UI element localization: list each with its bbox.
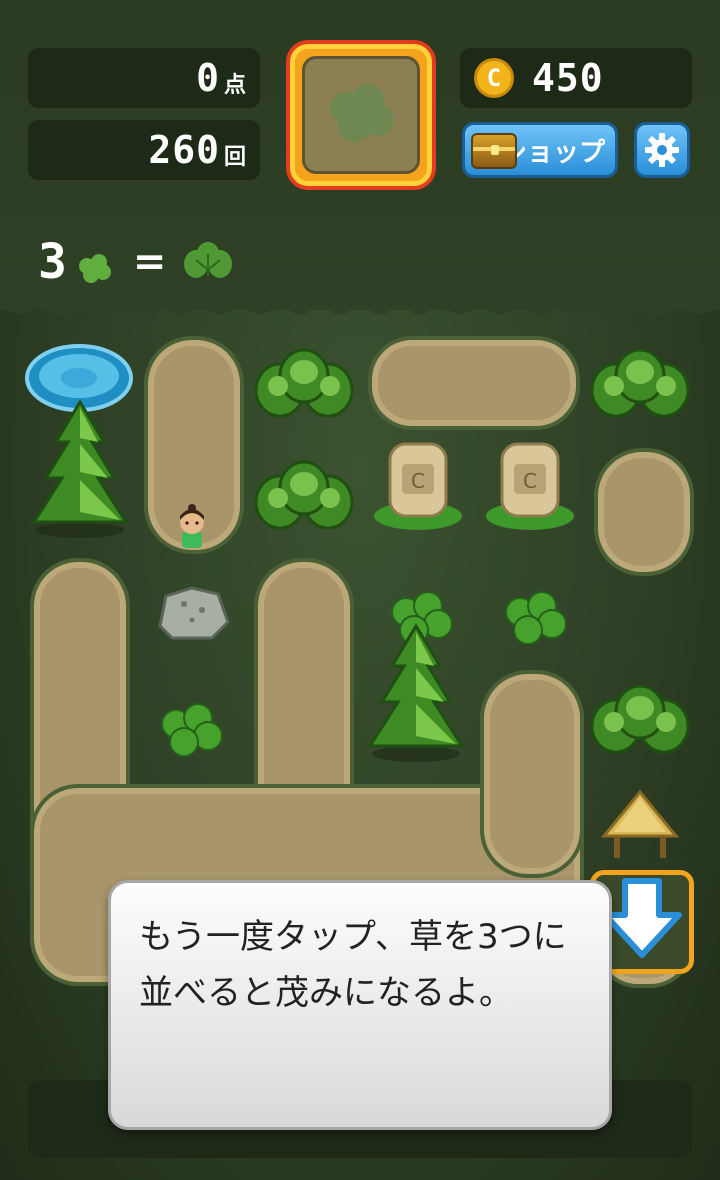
dirt-path [372,340,576,426]
clover-icon[interactable] [150,700,234,760]
bush-icon[interactable] [254,458,354,538]
next-item-frame [302,56,420,174]
score-value: 0 [196,56,220,100]
clover-icon [330,84,394,142]
recipe-count: 3 [38,234,67,290]
dialog-text: もう一度タップ、草を3つに並べると茂みになるよ。 [139,917,567,1013]
merge-recipe: 3 = [38,234,234,290]
moves-panel: 260 回 [28,120,260,180]
rock-icon[interactable] [152,582,232,644]
dirt-path [598,452,690,572]
score-unit: 点 [223,73,246,98]
gear-icon [645,133,679,167]
game-screen: 0 点 260 回 C 450 ショップ 3 = C C もう一度タップ、草を3… [0,0,720,1180]
pine-tree-icon[interactable] [28,398,132,538]
coin-icon: C [474,58,514,98]
clover-icon[interactable] [494,588,578,648]
bush-icon [184,242,233,278]
coin-panel: C 450 [460,48,692,108]
tutorial-dialog[interactable]: もう一度タップ、草を3つに並べると茂みになるよ。 [108,880,612,1130]
moves-value: 260 [148,128,220,172]
hut-icon[interactable] [600,788,680,864]
svg-text:C: C [523,469,537,493]
settings-button[interactable] [634,122,690,178]
shop-button[interactable]: ショップ [462,122,618,178]
bush-icon[interactable] [254,346,354,426]
pine-tree-icon[interactable] [364,622,468,762]
moves-unit: 回 [223,145,246,170]
svg-text:C: C [411,469,425,493]
villager-icon[interactable] [172,504,212,554]
treasure-chest-icon [471,133,517,169]
clover-icon [78,254,111,283]
dirt-path [484,674,580,874]
score-panel: 0 点 [28,48,260,108]
stone-statue-icon[interactable]: C [372,436,464,532]
header: 0 点 260 回 C 450 ショップ 3 = [0,0,720,320]
coin-value: 450 [532,56,604,100]
bush-icon[interactable] [590,682,690,762]
recipe-equals: = [132,239,167,285]
bush-icon[interactable] [590,346,690,426]
stone-statue-icon[interactable]: C [484,436,576,532]
next-item-slot[interactable] [286,40,436,190]
